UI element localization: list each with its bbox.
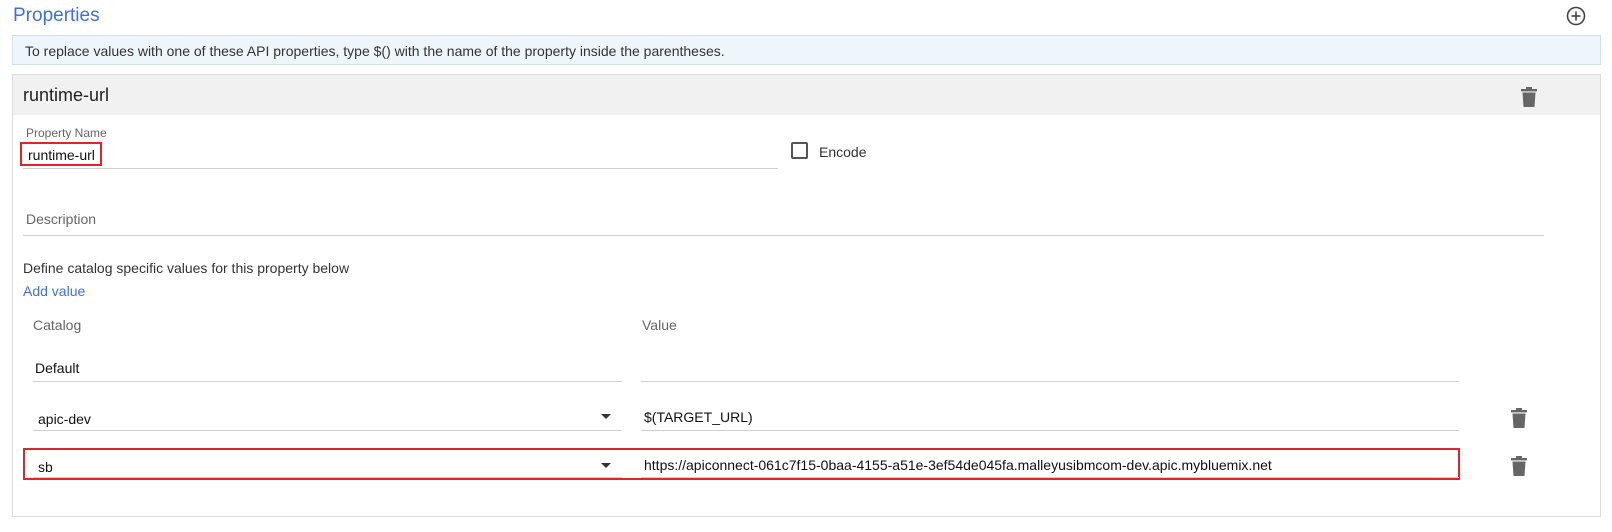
catalog-hint: Define catalog specific values for this … <box>23 260 350 276</box>
value-input-apic-dev[interactable]: $(TARGET_URL) <box>644 409 753 425</box>
trash-icon <box>1511 408 1527 428</box>
delete-value-button-apic-dev[interactable] <box>1511 408 1527 428</box>
value-input-default[interactable] <box>642 360 1459 380</box>
info-text: To replace values with one of these API … <box>25 43 725 59</box>
chevron-down-icon[interactable] <box>601 463 611 468</box>
property-name-label: Property Name <box>26 126 107 140</box>
value-input-sb[interactable]: https://apiconnect-061c7f15-0baa-4155-a5… <box>644 457 1272 473</box>
value-underline <box>641 381 1459 382</box>
property-name-input[interactable]: runtime-url <box>28 147 95 163</box>
catalog-select-sb[interactable]: sb <box>38 459 53 475</box>
add-property-button[interactable] <box>1566 6 1586 26</box>
encode-checkbox[interactable] <box>791 142 808 159</box>
page-title: Properties <box>13 5 100 26</box>
chevron-down-icon[interactable] <box>601 414 611 419</box>
value-column-header: Value <box>642 317 677 333</box>
encode-label[interactable]: Encode <box>819 144 866 160</box>
catalog-cell-default: Default <box>35 360 80 376</box>
plus-circle-icon <box>1566 6 1586 26</box>
catalog-underline <box>33 477 622 478</box>
value-underline <box>641 477 1459 478</box>
add-value-link[interactable]: Add value <box>23 283 85 299</box>
property-title: runtime-url <box>23 85 110 105</box>
value-underline <box>641 430 1459 431</box>
property-name-underline <box>23 168 778 169</box>
info-banner: To replace values with one of these API … <box>12 35 1601 65</box>
catalog-select-apic-dev[interactable]: apic-dev <box>38 411 91 427</box>
description-underline <box>23 235 1544 236</box>
delete-property-button[interactable] <box>1521 87 1537 107</box>
catalog-column-header: Catalog <box>33 317 82 333</box>
catalog-underline <box>33 430 622 431</box>
catalog-underline <box>33 381 622 382</box>
description-input[interactable]: Description <box>26 211 96 227</box>
trash-icon <box>1521 87 1537 107</box>
delete-value-button-sb[interactable] <box>1511 456 1527 476</box>
property-card-header[interactable] <box>13 75 1600 115</box>
trash-icon <box>1511 456 1527 476</box>
